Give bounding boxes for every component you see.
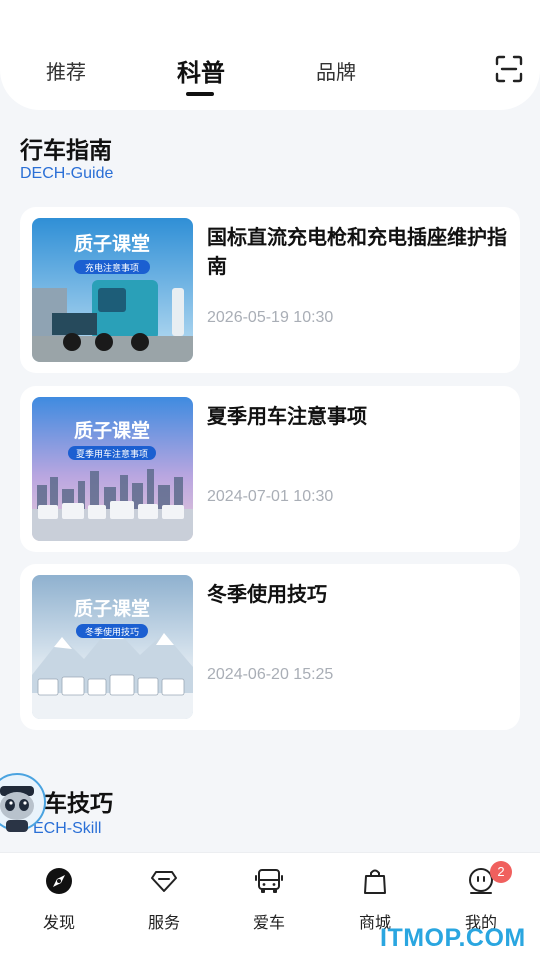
nav-my-car[interactable]: 爱车 bbox=[234, 867, 304, 937]
banner-title: 质子课堂 bbox=[74, 233, 150, 255]
banner-subtitle: 冬季使用技巧 bbox=[85, 626, 139, 638]
article-title: 夏季用车注意事项 bbox=[207, 404, 367, 428]
scan-icon bbox=[495, 55, 523, 83]
scan-button[interactable] bbox=[494, 54, 524, 84]
article-thumbnail: 质子课堂 冬季使用技巧 bbox=[32, 575, 193, 719]
article-thumbnail: 质子课堂 充电注意事项 bbox=[32, 218, 193, 362]
article-card[interactable]: 质子课堂 夏季用车注意事项 夏季用车注意事项 2024-07-01 10:30 bbox=[20, 386, 520, 552]
tab-science[interactable]: 科普 bbox=[177, 53, 225, 88]
diamond-icon bbox=[151, 871, 177, 892]
article-thumbnail: 质子课堂 夏季用车注意事项 bbox=[32, 397, 193, 541]
nav-label: 服务 bbox=[147, 913, 180, 932]
tab-recommend[interactable]: 推荐 bbox=[46, 56, 86, 85]
robot-mascot-icon bbox=[0, 773, 46, 832]
top-header: 推荐 科普 品牌 bbox=[0, 0, 540, 110]
active-tab-indicator bbox=[186, 92, 214, 96]
section-title: 行车指南 bbox=[20, 138, 112, 164]
watermark: ITMOP.COM bbox=[380, 924, 526, 952]
article-date: 2024-07-01 10:30 bbox=[207, 488, 334, 505]
nav-service[interactable]: 服务 bbox=[129, 867, 199, 937]
nav-label: 发现 bbox=[42, 913, 75, 932]
nav-discover[interactable]: 发现 bbox=[24, 867, 94, 937]
notification-badge: 2 bbox=[490, 861, 512, 883]
section2-title: 车技巧 bbox=[44, 791, 113, 817]
banner-title: 质子课堂 bbox=[74, 420, 150, 442]
tab-brand[interactable]: 品牌 bbox=[316, 56, 356, 85]
article-title: 冬季使用技巧 bbox=[207, 582, 327, 606]
article-date: 2024-06-20 15:25 bbox=[207, 666, 334, 683]
article-card[interactable]: 质子课堂 充电注意事项 国标直流充电枪和充电插座维护指南 2026-05-19 … bbox=[20, 207, 520, 373]
shopping-bag-icon bbox=[364, 869, 386, 894]
article-date: 2026-05-19 10:30 bbox=[207, 309, 334, 326]
banner-subtitle: 夏季用车注意事项 bbox=[76, 448, 148, 460]
nav-label: 爱车 bbox=[252, 913, 285, 932]
compass-icon bbox=[46, 868, 72, 894]
article-card[interactable]: 质子课堂 冬季使用技巧 冬季使用技巧 2024-06-20 15:25 bbox=[20, 564, 520, 730]
bus-icon bbox=[255, 869, 283, 893]
banner-subtitle: 充电注意事项 bbox=[85, 262, 139, 274]
assistant-avatar-button[interactable] bbox=[0, 768, 46, 836]
article-title: 国标直流充电枪和充电插座维护指南 bbox=[207, 225, 507, 278]
banner-title: 质子课堂 bbox=[74, 598, 150, 620]
section-subtitle: DECH-Guide bbox=[20, 165, 114, 182]
